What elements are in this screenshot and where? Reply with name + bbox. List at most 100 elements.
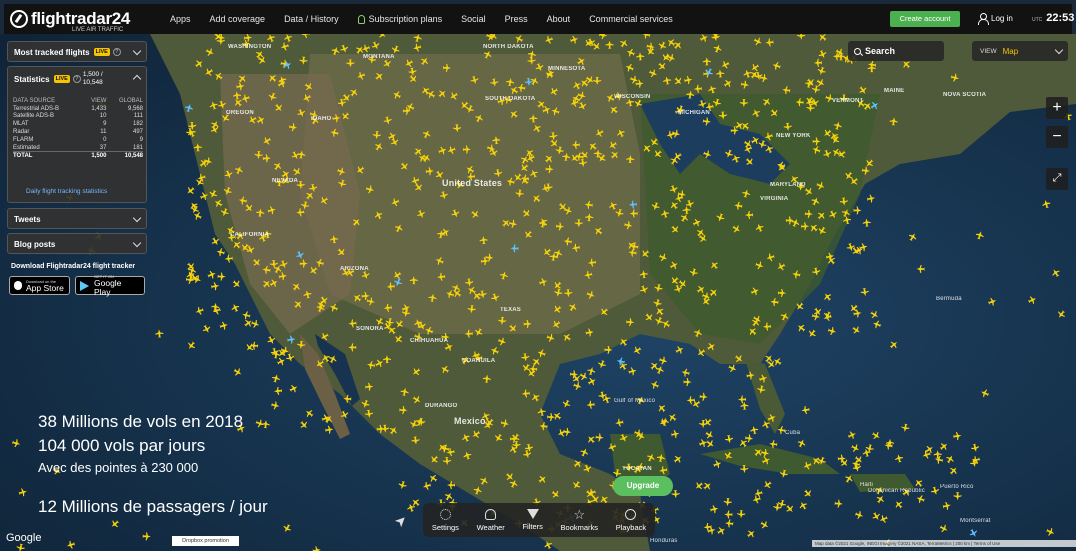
table-cell: 11: [100, 129, 107, 136]
table-cell: 0: [103, 136, 107, 143]
playback-button[interactable]: Playback: [616, 508, 646, 532]
tweets-panel[interactable]: Tweets: [7, 208, 147, 229]
chevron-down-icon[interactable]: [1054, 45, 1064, 55]
map-label: NEW YORK: [776, 133, 811, 139]
flight-count-summary: 1,500 /10,548: [83, 71, 103, 87]
apple-icon: [14, 281, 22, 290]
table-cell: TOTAL: [13, 151, 84, 161]
bottom-toolbar: Settings Weather Filters ☆ Bookmarks Play…: [423, 503, 655, 537]
user-icon: [978, 13, 989, 25]
view-label: VIEW: [980, 47, 997, 55]
panel-header[interactable]: Most tracked flights LIVE?: [8, 42, 146, 62]
table-cell: Radar: [13, 129, 30, 136]
blog-posts-panel[interactable]: Blog posts: [7, 233, 147, 254]
table-cell: Estimated: [13, 144, 40, 151]
upgrade-button[interactable]: Upgrade: [613, 476, 673, 496]
radar-logo-icon: [10, 10, 28, 28]
table-cell: 111: [133, 113, 143, 120]
weather-icon: [485, 508, 497, 520]
search-icon: [854, 47, 861, 55]
bookmarks-button[interactable]: ☆ Bookmarks: [560, 508, 599, 532]
nav-add-coverage[interactable]: Add coverage: [210, 14, 266, 24]
map-label: NEVADA: [272, 178, 299, 184]
zoom-out-button[interactable]: −: [1046, 126, 1068, 148]
chevron-down-icon[interactable]: [132, 46, 142, 56]
nav-data-history[interactable]: Data / History: [284, 14, 339, 24]
settings-button[interactable]: Settings: [432, 508, 459, 532]
main-nav: Apps Add coverage Data / History Subscri…: [170, 14, 692, 24]
view-value: Map: [1002, 46, 1019, 56]
map-label: NORTH DAKOTA: [483, 44, 534, 50]
view-selector[interactable]: VIEW Map: [972, 41, 1068, 61]
map-label: Cuba: [785, 430, 801, 436]
map-label: Puerto Rico: [940, 484, 974, 490]
map-label: MAINE: [884, 88, 905, 94]
utc-clock: UTC 22:53: [1032, 12, 1074, 24]
overlay-stat-line: 38 Millions de vols en 2018: [38, 412, 244, 431]
nav-social[interactable]: Social: [461, 14, 486, 24]
panel-header[interactable]: Tweets: [8, 209, 146, 229]
panel-title: Most tracked flights: [14, 47, 90, 57]
map-attribution[interactable]: Map data ©2021 Google, INEGI Imagery ©20…: [812, 540, 1076, 547]
toolbar-label: Filters: [522, 522, 543, 531]
map-label: YUCATAN: [622, 466, 652, 472]
google-play-button[interactable]: GET IT ON Google Play: [75, 274, 145, 297]
panel-title: Blog posts: [14, 239, 56, 249]
nav-press[interactable]: Press: [505, 14, 528, 24]
panel-header[interactable]: Statistics LIVE ? 1,500 /10,548: [8, 67, 146, 91]
map-label: Honduras: [650, 538, 678, 544]
brand-logo[interactable]: flightradar24 LIVE AIR TRAFFIC: [10, 9, 150, 33]
map-label: OREGON: [226, 110, 254, 116]
create-account-button[interactable]: Create account: [890, 11, 960, 27]
store-text: GET IT ON Google Play: [94, 274, 140, 297]
table-cell: Satellite ADS-B: [13, 113, 55, 120]
login-label: Log in: [991, 14, 1013, 23]
toolbar-label: Bookmarks: [560, 522, 599, 532]
table-row: Satellite ADS-B 10 111: [13, 113, 143, 121]
nav-apps[interactable]: Apps: [170, 14, 191, 24]
chevron-down-icon[interactable]: [132, 213, 142, 223]
fullscreen-icon: ⤢: [1052, 172, 1062, 184]
overlay-stat-line: 104 000 vols par jours: [38, 436, 206, 455]
help-icon[interactable]: ?: [72, 75, 81, 83]
map-label: IDAHO: [311, 116, 332, 122]
map-label: VERMONT: [832, 98, 864, 104]
playback-icon: [625, 508, 637, 520]
map-label: MICHIGAN: [678, 110, 710, 116]
help-icon[interactable]: ?: [112, 48, 121, 56]
chevron-down-icon[interactable]: [132, 238, 142, 248]
login-link[interactable]: Log in: [978, 13, 1013, 25]
table-cell: 9,568: [127, 105, 143, 112]
panel-header[interactable]: Blog posts: [8, 234, 146, 254]
nav-commercial-services[interactable]: Commercial services: [589, 14, 673, 24]
table-header-row: DATA SOURCE VIEW GLOBAL: [13, 97, 143, 105]
google-logo: Google: [6, 532, 42, 544]
map-label: SONORA: [356, 326, 384, 332]
store-text: Download on the App Store: [26, 279, 64, 293]
map-label: Montserrat: [960, 518, 991, 524]
filters-button[interactable]: Filters: [522, 509, 543, 531]
nav-subscription-plans[interactable]: Subscription plans: [357, 14, 442, 24]
dropbox-promotion-label[interactable]: Dropbox promotion: [172, 536, 239, 546]
fullscreen-button[interactable]: ⤢: [1046, 168, 1068, 190]
map-label: ARIZONA: [340, 266, 369, 272]
clock-time: 22:53: [1046, 12, 1075, 24]
brand-name: flightradar24: [31, 9, 131, 28]
table-row: Estimated 37 181: [13, 144, 143, 152]
map-label: CALIFORNIA: [230, 232, 269, 238]
nav-about[interactable]: About: [547, 14, 571, 24]
search-box[interactable]: Search: [848, 41, 944, 61]
app-store-button[interactable]: Download on the App Store: [9, 276, 70, 295]
top-navigation-bar: flightradar24 LIVE AIR TRAFFIC Apps Add …: [4, 4, 1074, 34]
table-cell: MLAT: [13, 121, 29, 128]
chevron-up-icon[interactable]: [132, 74, 142, 84]
overlay-stat-line: Avec des pointes à 230 000: [38, 460, 199, 475]
most-tracked-flights-panel[interactable]: Most tracked flights LIVE?: [7, 41, 147, 62]
weather-button[interactable]: Weather: [477, 508, 505, 532]
map-label: Dominican Republic: [868, 488, 925, 494]
map-label: VIRGINIA: [760, 196, 789, 202]
visible-count: 1,500 /: [82, 71, 103, 78]
filter-icon: [526, 509, 539, 519]
zoom-in-button[interactable]: +: [1046, 97, 1068, 119]
daily-stats-link[interactable]: Daily flight tracking statistics: [26, 188, 107, 195]
